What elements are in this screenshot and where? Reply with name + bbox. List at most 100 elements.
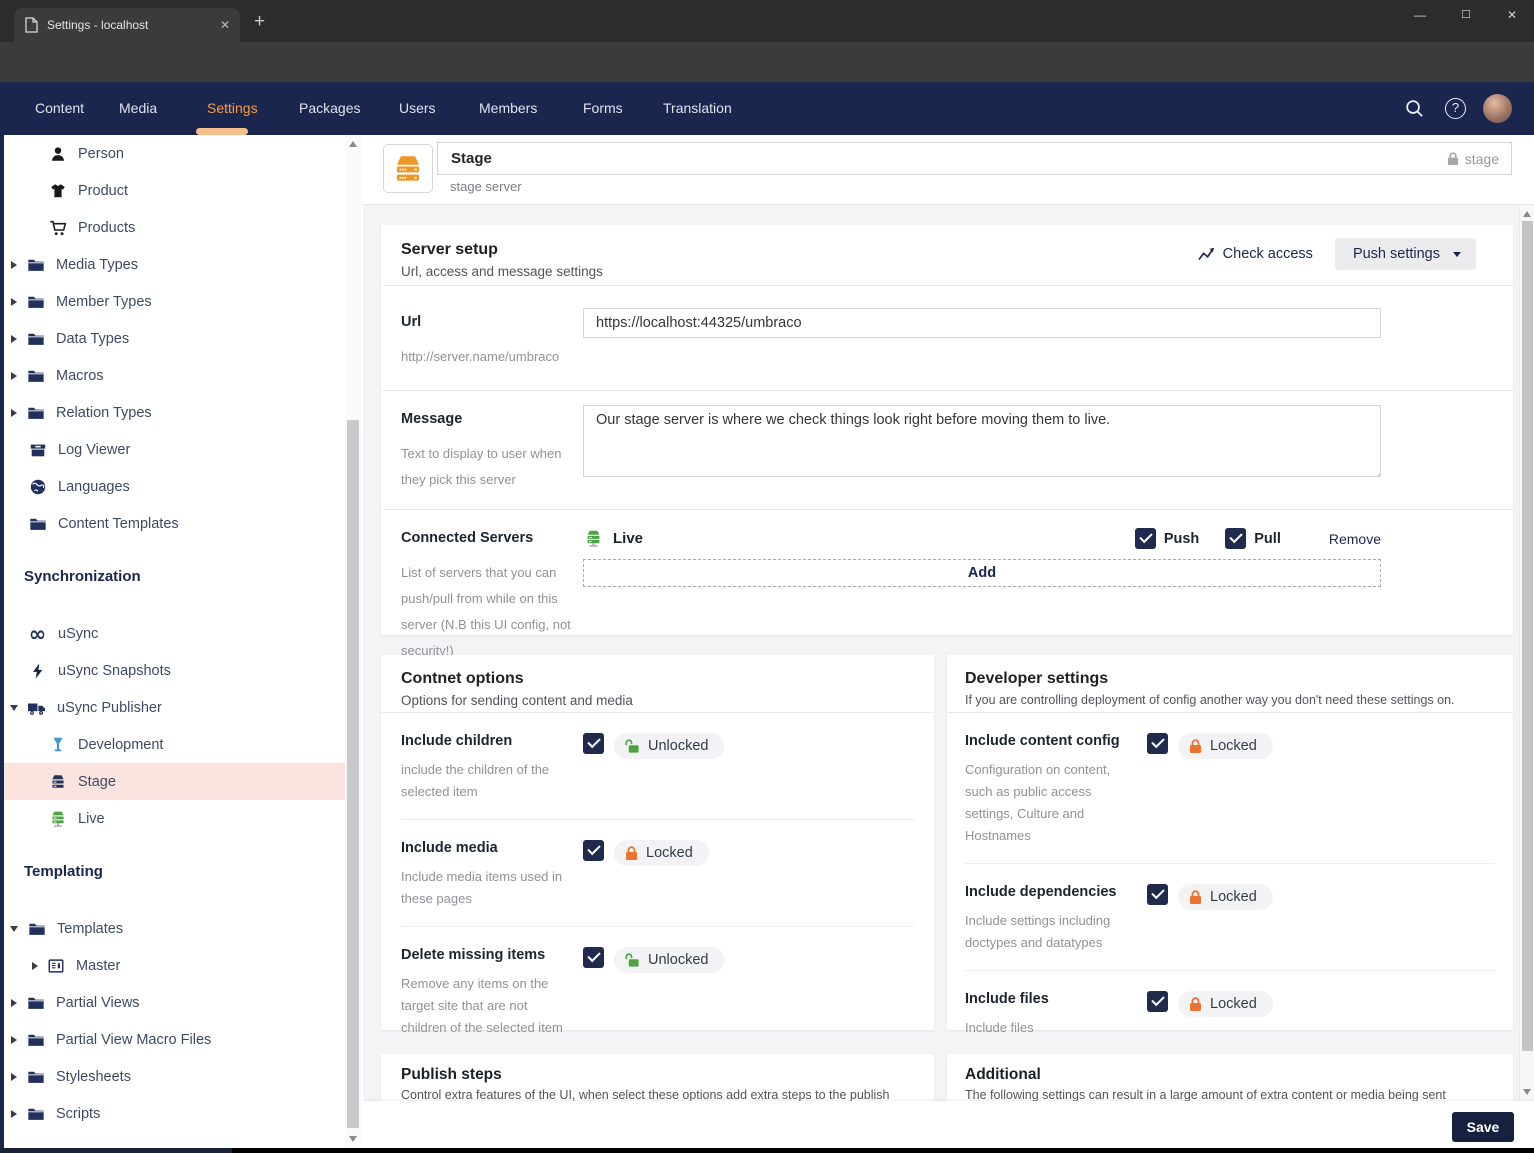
lock-state-pill[interactable]: Locked <box>1178 991 1273 1017</box>
save-button[interactable]: Save <box>1452 1112 1514 1142</box>
chevron-right-icon[interactable] <box>11 1110 17 1118</box>
sidebar-item-content-templates[interactable]: Content Templates <box>0 505 345 542</box>
sidebar-item-relation-types[interactable]: Relation Types <box>0 394 345 431</box>
window-minimize-button[interactable]: — <box>1401 0 1439 30</box>
search-icon[interactable] <box>1404 98 1425 124</box>
delete-missing-items-checkbox[interactable] <box>583 947 604 968</box>
chevron-right-icon[interactable] <box>11 298 17 306</box>
pull-checkbox[interactable] <box>1225 528 1246 549</box>
content-scrollbar-thumb[interactable] <box>1522 221 1533 1051</box>
chevron-right-icon[interactable] <box>32 962 38 970</box>
sidebar-item-person[interactable]: Person <box>0 135 345 172</box>
folder-icon <box>25 293 46 311</box>
sidebar-item-product[interactable]: Product <box>0 172 345 209</box>
include-content-config-checkbox[interactable] <box>1147 733 1168 754</box>
check-access-button[interactable]: Check access <box>1198 246 1313 262</box>
nav-forms[interactable]: Forms <box>583 82 623 135</box>
chevron-right-icon[interactable] <box>11 999 17 1007</box>
sidebar-item-member-types[interactable]: Member Types <box>0 283 345 320</box>
chevron-down-icon[interactable] <box>10 926 18 932</box>
alias-text: stage <box>1465 151 1499 167</box>
scroll-down-icon[interactable] <box>349 1136 357 1142</box>
chevron-right-icon[interactable] <box>11 261 17 269</box>
option-label: Include content config <box>965 733 1147 749</box>
sidebar-item-languages[interactable]: Languages <box>0 468 345 505</box>
lock-state-pill[interactable]: Locked <box>614 840 709 866</box>
sidebar-item-live[interactable]: Live <box>0 800 345 837</box>
scroll-down-icon[interactable] <box>1523 1089 1531 1095</box>
sidebar-item-stylesheets[interactable]: Stylesheets <box>0 1058 345 1095</box>
chevron-right-icon[interactable] <box>11 409 17 417</box>
push-checkbox[interactable] <box>1135 528 1156 549</box>
include-media-checkbox[interactable] <box>583 840 604 861</box>
include-children-checkbox[interactable] <box>583 733 604 754</box>
sidebar-item-partial-view-macro-files[interactable]: Partial View Macro Files <box>0 1021 345 1058</box>
sidebar-item-macros[interactable]: Macros <box>0 357 345 394</box>
sidebar-scrollbar-thumb[interactable] <box>347 420 359 1128</box>
sidebar-item-master[interactable]: Master <box>0 947 345 984</box>
scroll-up-icon[interactable] <box>349 141 357 147</box>
lock-state-pill[interactable]: Locked <box>1178 884 1273 910</box>
lock-state-pill[interactable]: Unlocked <box>614 947 724 973</box>
lock-state-pill[interactable]: Locked <box>1178 733 1273 759</box>
new-tab-button[interactable]: + <box>254 11 265 33</box>
chevron-right-icon[interactable] <box>11 1073 17 1081</box>
sidebar-item-label: Master <box>76 958 120 974</box>
nav-media[interactable]: Media <box>119 82 157 135</box>
sidebar-item-label: Media Types <box>56 257 138 273</box>
message-textarea[interactable]: Our stage server is where we check thing… <box>583 405 1381 477</box>
help-icon[interactable]: ? <box>1445 98 1466 119</box>
sidebar-item-data-types[interactable]: Data Types <box>0 320 345 357</box>
user-avatar[interactable] <box>1483 94 1512 123</box>
tab-close-icon[interactable]: ✕ <box>220 18 230 32</box>
nav-members[interactable]: Members <box>479 82 537 135</box>
sidebar-item-usync[interactable]: ∞ uSync <box>0 615 345 652</box>
window-close-button[interactable]: ✕ <box>1493 0 1531 30</box>
push-label: Push <box>1164 531 1199 547</box>
chevron-right-icon[interactable] <box>11 335 17 343</box>
sidebar-item-label: Languages <box>58 479 130 495</box>
include-dependencies-checkbox[interactable] <box>1147 884 1168 905</box>
push-settings-dropdown[interactable]: Push settings <box>1335 238 1476 270</box>
url-input[interactable] <box>583 308 1381 338</box>
lock-state-pill[interactable]: Unlocked <box>614 733 724 759</box>
browser-tab[interactable]: Settings - localhost ✕ <box>14 8 240 42</box>
developer-settings-card: Developer settings If you are controllin… <box>947 655 1513 1030</box>
option-label: Include files <box>965 991 1147 1007</box>
sidebar-item-usync-publisher[interactable]: uSync Publisher <box>0 689 345 726</box>
sidebar-item-log-viewer[interactable]: Log Viewer <box>0 431 345 468</box>
sidebar-item-media-types[interactable]: Media Types <box>0 246 345 283</box>
option-row-include-files: Include files Include files Locked <box>965 971 1495 1056</box>
glass-icon <box>47 736 68 754</box>
sidebar-item-scripts[interactable]: Scripts <box>0 1095 345 1132</box>
person-icon <box>47 145 68 163</box>
tab-title: Settings - localhost <box>47 18 220 32</box>
sidebar-item-label: Stylesheets <box>56 1069 131 1085</box>
sidebar-item-partial-views[interactable]: Partial Views <box>0 984 345 1021</box>
window-maximize-button[interactable]: ☐ <box>1447 0 1485 30</box>
server-setup-card: Server setup Url, access and message set… <box>381 225 1513 635</box>
stage-server-icon[interactable] <box>383 144 433 193</box>
chevron-right-icon[interactable] <box>11 1036 17 1044</box>
lock-icon <box>1189 739 1202 754</box>
name-field[interactable]: Stage stage <box>437 142 1512 175</box>
lock-icon <box>1189 997 1202 1012</box>
remove-link[interactable]: Remove <box>1329 531 1381 547</box>
nav-content[interactable]: Content <box>35 82 84 135</box>
scroll-up-icon[interactable] <box>1523 211 1531 217</box>
sidebar-item-stage[interactable]: Stage <box>0 763 345 800</box>
chevron-down-icon[interactable] <box>10 705 18 711</box>
include-files-checkbox[interactable] <box>1147 991 1168 1012</box>
content-scrollbar[interactable] <box>1519 205 1534 1101</box>
sidebar-item-usync-snapshots[interactable]: uSync Snapshots <box>0 652 345 689</box>
add-server-button[interactable]: Add <box>583 559 1381 587</box>
sidebar-item-development[interactable]: Development <box>0 726 345 763</box>
sidebar-item-templates[interactable]: Templates <box>0 910 345 947</box>
nav-packages[interactable]: Packages <box>299 82 360 135</box>
cart-icon <box>47 219 68 237</box>
sidebar-item-products[interactable]: Products <box>0 209 345 246</box>
sidebar-scrollbar[interactable] <box>345 135 361 1148</box>
nav-translation[interactable]: Translation <box>663 82 732 135</box>
nav-users[interactable]: Users <box>399 82 436 135</box>
chevron-right-icon[interactable] <box>11 372 17 380</box>
